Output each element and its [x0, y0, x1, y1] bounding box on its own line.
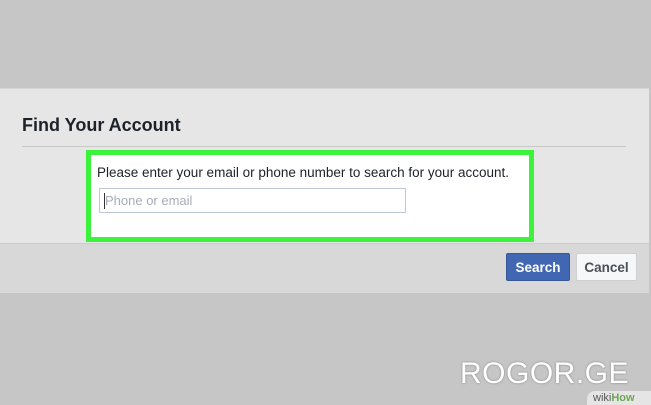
rogor-watermark: ROGOR.GE: [460, 357, 630, 390]
cancel-button[interactable]: Cancel: [576, 253, 637, 281]
wikihow-logo: wikiHow: [587, 391, 651, 405]
wikihow-logo-wiki: wiki: [593, 392, 612, 404]
phone-or-email-input[interactable]: [99, 188, 406, 213]
dialog-title: Find Your Account: [22, 115, 181, 135]
instruction-text: Please enter your email or phone number …: [97, 165, 509, 180]
title-divider: [22, 146, 626, 147]
text-caret: [104, 193, 105, 209]
wikihow-logo-how: How: [611, 392, 635, 404]
search-button[interactable]: Search: [506, 253, 570, 281]
highlighted-search-section: Please enter your email or phone number …: [86, 150, 534, 242]
